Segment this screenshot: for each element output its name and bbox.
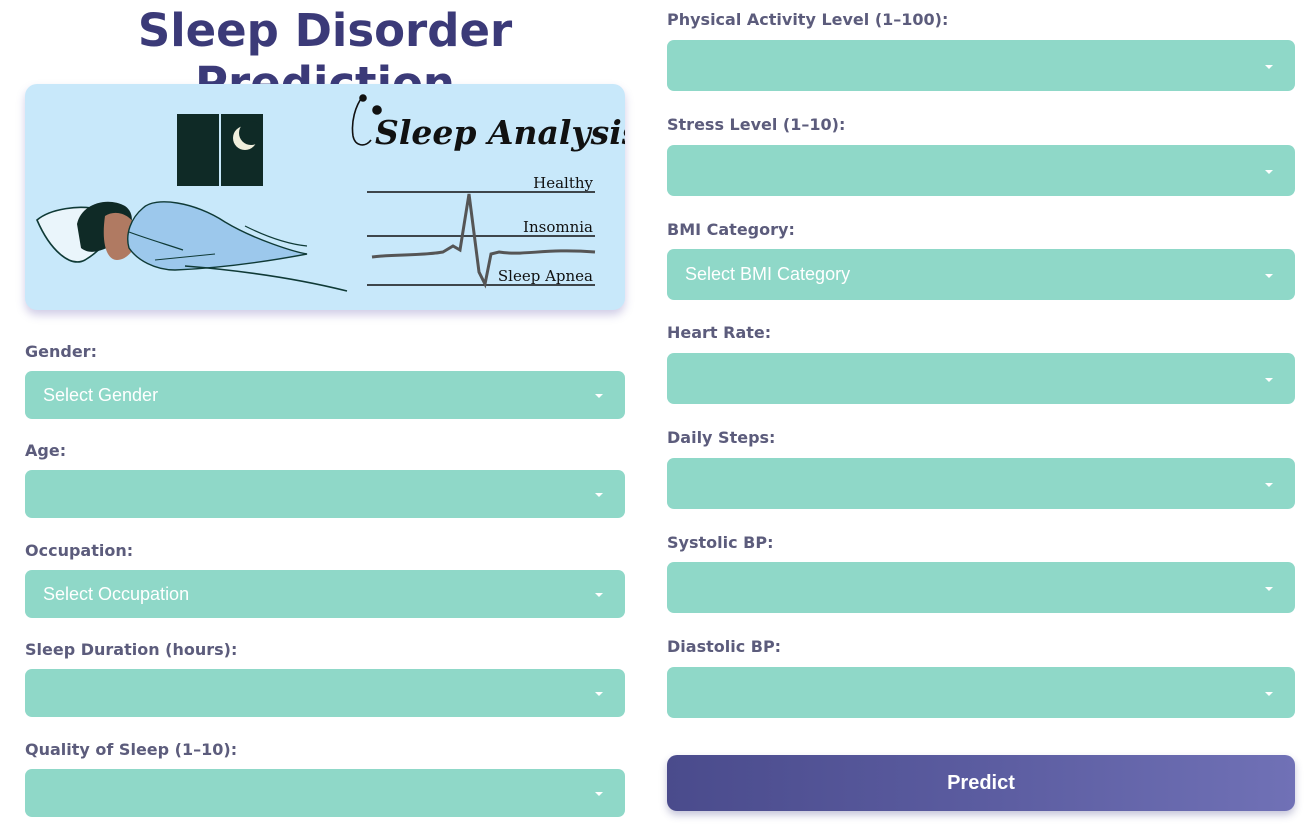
- bmi-category-label: BMI Category:: [667, 220, 795, 239]
- systolic-bp-select[interactable]: [667, 562, 1295, 613]
- stress-level-select[interactable]: [667, 145, 1295, 196]
- sleep-duration-select[interactable]: [25, 669, 625, 717]
- gender-label: Gender:: [25, 342, 97, 361]
- predict-button[interactable]: Predict: [667, 755, 1295, 811]
- gender-select[interactable]: Select Gender: [25, 371, 625, 419]
- chevron-down-icon: [1265, 169, 1273, 174]
- chevron-down-icon: [1265, 377, 1273, 382]
- chevron-down-icon: [1265, 64, 1273, 69]
- sleep-analysis-banner: Sleep Analysis Healthy Insomnia Sleep Ap…: [25, 84, 625, 310]
- age-select[interactable]: [25, 470, 625, 518]
- heart-rate-select[interactable]: [667, 353, 1295, 404]
- occupation-label: Occupation:: [25, 541, 134, 560]
- daily-steps-label: Daily Steps:: [667, 428, 776, 447]
- systolic-bp-label: Systolic BP:: [667, 533, 774, 552]
- chevron-down-icon: [1265, 273, 1273, 278]
- chevron-down-icon: [595, 792, 603, 796]
- diastolic-bp-label: Diastolic BP:: [667, 637, 782, 656]
- banner-line-label: Insomnia: [523, 218, 593, 236]
- banner-line-label: Healthy: [533, 174, 593, 192]
- chevron-down-icon: [595, 394, 603, 398]
- sleep-quality-select[interactable]: [25, 769, 625, 817]
- chevron-down-icon: [1265, 482, 1273, 487]
- daily-steps-select[interactable]: [667, 458, 1295, 509]
- sleep-duration-label: Sleep Duration (hours):: [25, 640, 238, 659]
- banner-heading: Sleep Analysis: [375, 113, 625, 152]
- stress-level-label: Stress Level (1–10):: [667, 115, 846, 134]
- chevron-down-icon: [595, 593, 603, 597]
- physical-activity-select[interactable]: [667, 40, 1295, 91]
- chevron-down-icon: [595, 493, 603, 497]
- bmi-category-select[interactable]: Select BMI Category: [667, 249, 1295, 300]
- physical-activity-label: Physical Activity Level (1–100):: [667, 10, 949, 29]
- diastolic-bp-select[interactable]: [667, 667, 1295, 718]
- bmi-category-select-value: Select BMI Category: [685, 264, 851, 284]
- sleep-quality-label: Quality of Sleep (1–10):: [25, 740, 238, 759]
- window-icon: [177, 114, 263, 186]
- banner-line-label: Sleep Apnea: [498, 267, 593, 285]
- sleeping-woman-illustration: [36, 201, 348, 292]
- gender-select-value: Select Gender: [43, 384, 159, 405]
- occupation-select[interactable]: Select Occupation: [25, 570, 625, 618]
- heart-rate-label: Heart Rate:: [667, 323, 772, 342]
- occupation-select-value: Select Occupation: [43, 583, 190, 604]
- chevron-down-icon: [595, 692, 603, 696]
- chevron-down-icon: [1265, 586, 1273, 591]
- age-label: Age:: [25, 441, 67, 460]
- chevron-down-icon: [1265, 691, 1273, 696]
